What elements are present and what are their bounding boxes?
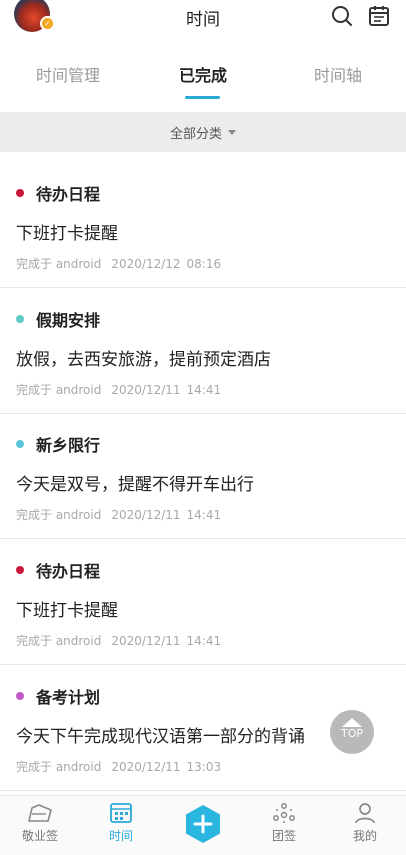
item-date: 2020/12/11 <box>111 383 181 397</box>
item-date: 2020/12/11 <box>111 760 181 774</box>
item-meta: 完成于 android 2020/12/11 14:41 <box>16 632 221 649</box>
header-bar: ✓ 时间 <box>0 0 406 34</box>
item-meta: 完成于 android 2020/12/12 08:16 <box>16 255 221 272</box>
item-content: 今天下午完成现代汉语第一部分的背诵 <box>16 727 305 747</box>
list-item[interactable]: 待办日程 下班打卡提醒 完成于 android 2020/12/11 14:41 <box>0 540 406 665</box>
tab-completed[interactable]: 已完成 <box>143 62 263 86</box>
nav-label: 我的 <box>352 829 377 843</box>
item-source: 完成于 android <box>16 634 102 648</box>
item-meta: 完成于 android 2020/12/11 14:41 <box>16 381 221 398</box>
scroll-to-top-label: TOP <box>340 727 363 740</box>
category-dot <box>16 440 24 448</box>
category-dot <box>16 566 24 574</box>
tab-time-management[interactable]: 时间管理 <box>8 62 128 86</box>
verified-badge-icon: ✓ <box>40 16 55 31</box>
category-filter[interactable]: 全部分类 <box>0 112 406 152</box>
nav-label: 团签 <box>271 829 296 843</box>
category-dot <box>16 189 24 197</box>
item-date: 2020/12/11 <box>111 634 181 648</box>
calendar-icon <box>110 803 132 823</box>
list-item[interactable]: 待办日程 下班打卡提醒 完成于 android 2020/12/12 08:16 <box>0 163 406 288</box>
item-content: 放假，去西安旅游，提前预定酒店 <box>16 350 271 370</box>
search-icon[interactable] <box>330 4 354 28</box>
category-label: 待办日程 <box>36 185 101 204</box>
tag-icon <box>28 804 52 822</box>
tab-timeline[interactable]: 时间轴 <box>278 62 398 86</box>
category-label: 备考计划 <box>36 688 101 707</box>
item-content: 下班打卡提醒 <box>16 224 118 244</box>
category-label: 假期安排 <box>36 311 101 330</box>
item-date: 2020/12/12 <box>111 257 181 271</box>
nav-item-mine[interactable]: 我的 <box>325 802 405 844</box>
nav-item-time[interactable]: 时间 <box>81 802 161 844</box>
item-time: 14:41 <box>186 508 222 522</box>
list-item[interactable]: 假期安排 放假，去西安旅游，提前预定酒店 完成于 android 2020/12/… <box>0 289 406 414</box>
item-source: 完成于 android <box>16 760 102 774</box>
scroll-to-top-button[interactable]: TOP <box>330 710 374 754</box>
list-item[interactable]: 新乡限行 今天是双号，提醒不得开车出行 完成于 android 2020/12/1… <box>0 414 406 539</box>
nav-label: 时间 <box>108 829 133 843</box>
category-label: 新乡限行 <box>36 436 101 455</box>
category-dot <box>16 692 24 700</box>
item-time: 14:41 <box>186 383 222 397</box>
user-icon <box>355 803 375 824</box>
category-label: 待办日程 <box>36 562 101 581</box>
page-title: 时间 <box>186 9 220 30</box>
item-source: 完成于 android <box>16 383 102 397</box>
tab-bar: 时间管理 已完成 时间轴 <box>0 48 406 112</box>
nav-item-jingyeqian[interactable]: 敬业签 <box>0 802 80 844</box>
item-source: 完成于 android <box>16 257 102 271</box>
item-meta: 完成于 android 2020/12/11 14:41 <box>16 506 221 523</box>
item-source: 完成于 android <box>16 508 102 522</box>
add-button[interactable] <box>183 804 223 844</box>
item-date: 2020/12/11 <box>111 508 181 522</box>
calendar-icon[interactable] <box>367 4 391 28</box>
caret-down-icon <box>228 129 236 135</box>
active-tab-indicator <box>185 96 220 99</box>
item-time: 13:03 <box>186 760 222 774</box>
category-dot <box>16 315 24 323</box>
arrow-up-icon <box>342 718 362 727</box>
bottom-nav: 敬业签 时间 团签 我的 <box>0 795 406 855</box>
nav-item-team[interactable]: 团签 <box>244 802 324 844</box>
team-icon <box>273 803 295 823</box>
item-time: 08:16 <box>186 257 222 271</box>
item-meta: 完成于 android 2020/12/11 13:03 <box>16 758 221 775</box>
nav-label: 敬业签 <box>21 829 58 843</box>
item-content: 今天是双号，提醒不得开车出行 <box>16 475 254 495</box>
item-time: 14:41 <box>186 634 222 648</box>
item-content: 下班打卡提醒 <box>16 601 118 621</box>
category-filter-label: 全部分类 <box>169 126 222 142</box>
